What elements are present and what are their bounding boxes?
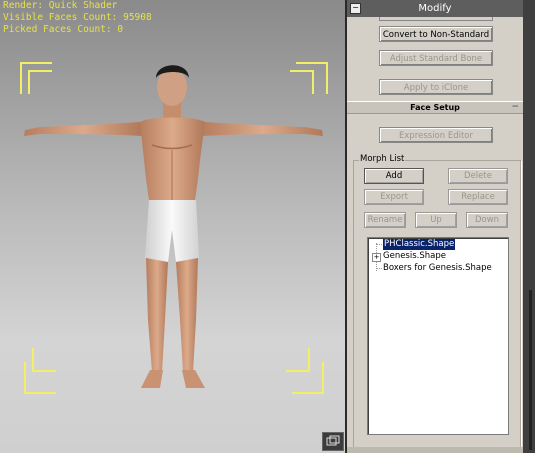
adjust-standard-bone-button[interactable]: Adjust Standard Bone	[379, 50, 493, 66]
collapse-icon[interactable]: −	[350, 3, 361, 14]
modify-title: Modify	[418, 3, 452, 14]
morph-list-title: Morph List	[359, 154, 406, 164]
add-button[interactable]: Add	[364, 168, 424, 184]
collapse-icon[interactable]: −	[511, 102, 519, 113]
morph-tree-view[interactable]: + PHClassic.Shape Genesis.Shape Boxers f…	[367, 237, 509, 435]
modify-panel-header[interactable]: − Modify	[347, 0, 523, 17]
panel-bottom-edge	[347, 447, 523, 453]
human-figure-model[interactable]	[0, 0, 345, 453]
3d-viewport[interactable]: Render: Quick Shader Visible Faces Count…	[0, 0, 345, 453]
expression-editor-button[interactable]: Expression Editor	[379, 127, 493, 143]
down-button[interactable]: Down	[466, 212, 508, 228]
camera-toggle-icon[interactable]	[322, 432, 344, 451]
export-button[interactable]: Export	[364, 189, 424, 205]
tree-connector	[376, 244, 382, 245]
expand-icon[interactable]: +	[372, 253, 381, 262]
partial-button[interactable]	[379, 17, 493, 21]
delete-button[interactable]: Delete	[448, 168, 508, 184]
tree-item-phclassic-shape[interactable]: PHClassic.Shape	[383, 239, 456, 250]
tree-item-genesis-shape[interactable]: Genesis.Shape	[383, 251, 446, 262]
modify-panel: − Modify Convert to Non-Standard Adjust …	[347, 0, 523, 453]
apply-to-iclone-button[interactable]: Apply to iClone	[379, 79, 493, 95]
face-setup-section-header[interactable]: Face Setup −	[347, 101, 523, 114]
tree-item-boxers-shape[interactable]: Boxers for Genesis.Shape	[383, 263, 492, 274]
rename-button[interactable]: Rename	[364, 212, 406, 228]
scrollbar-thumb[interactable]	[529, 290, 532, 450]
up-button[interactable]: Up	[415, 212, 457, 228]
convert-to-non-standard-button[interactable]: Convert to Non-Standard	[379, 26, 493, 42]
replace-button[interactable]: Replace	[448, 189, 508, 205]
tree-connector	[376, 268, 382, 269]
face-setup-title: Face Setup	[410, 103, 460, 112]
